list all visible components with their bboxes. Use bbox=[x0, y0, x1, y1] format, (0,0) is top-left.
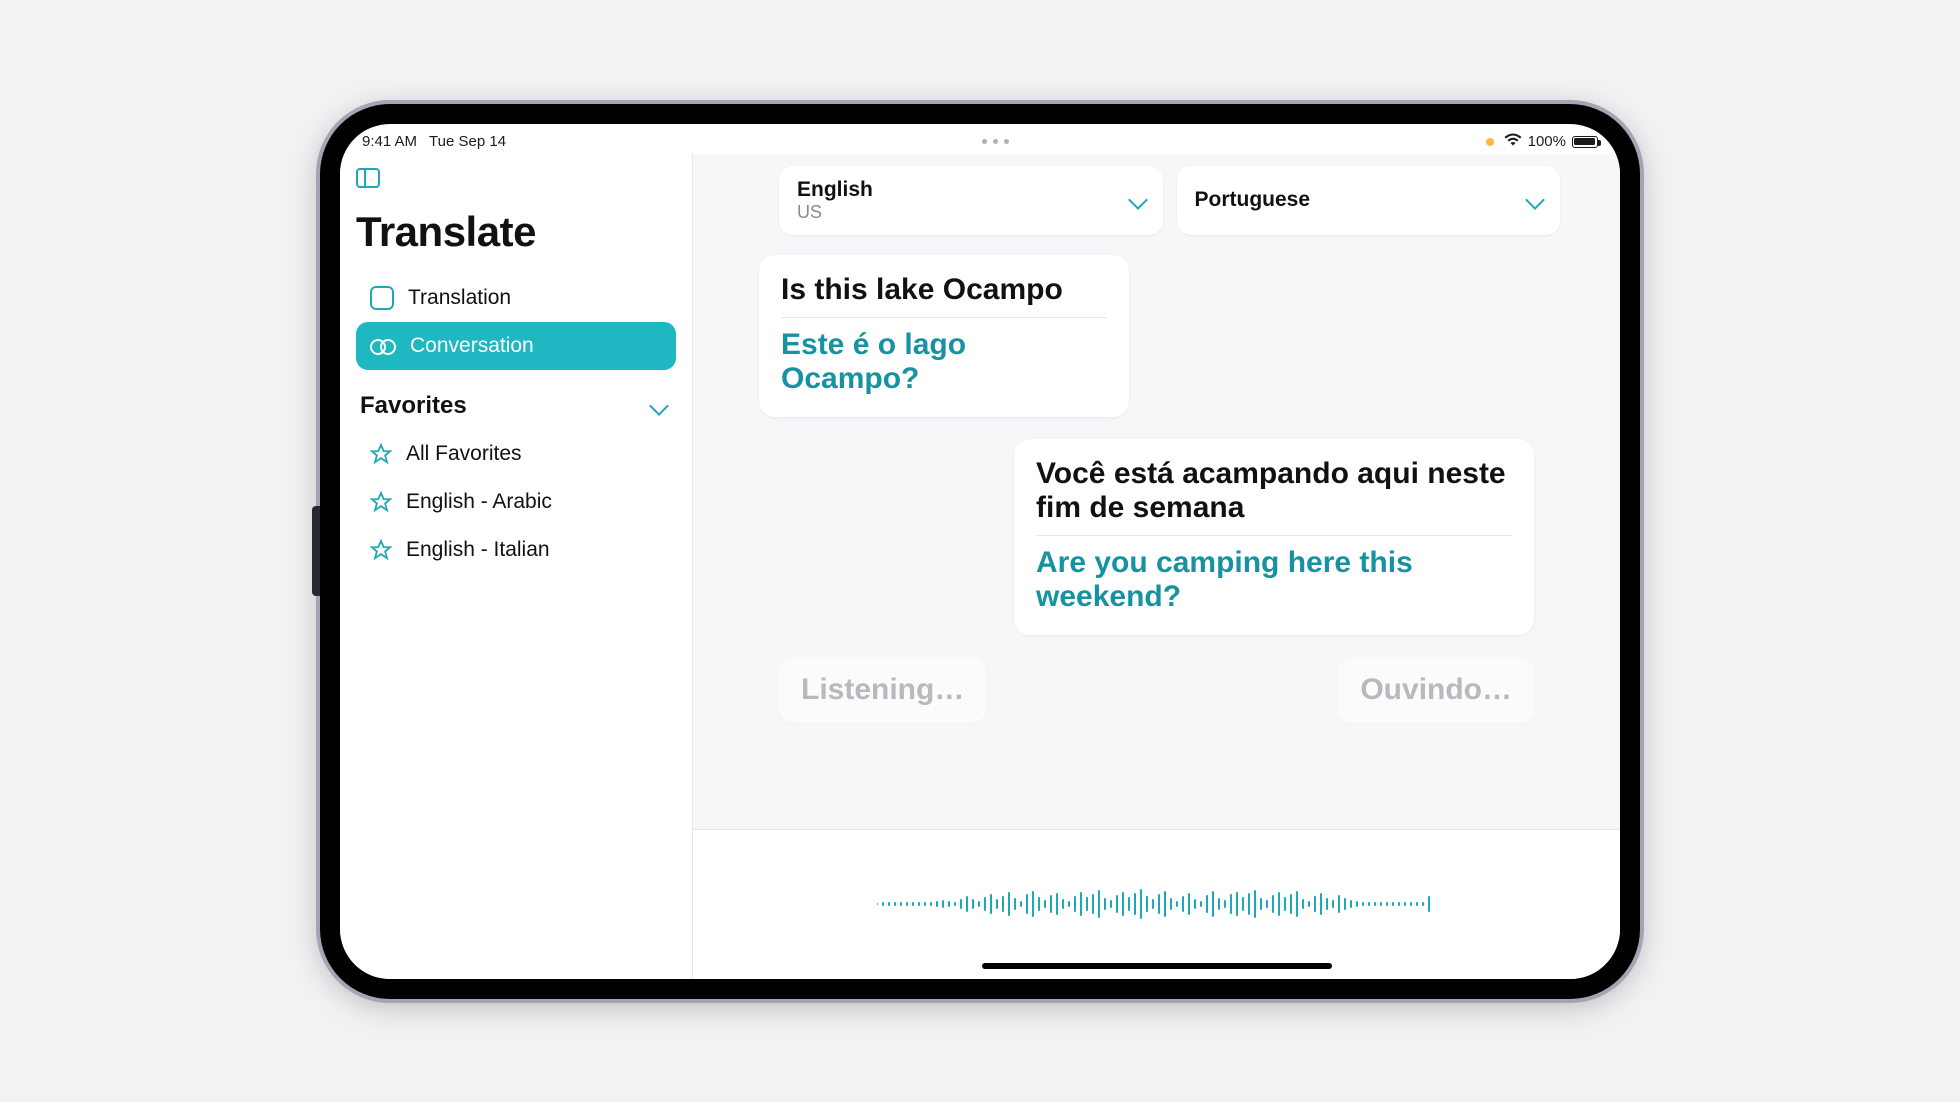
favorite-label: English - Italian bbox=[406, 538, 550, 562]
listening-indicator-right: Ouvindo… bbox=[1338, 657, 1534, 723]
favorite-label: All Favorites bbox=[406, 442, 522, 466]
main-panel: English US Portuguese Is this la bbox=[693, 154, 1620, 979]
divider bbox=[1036, 535, 1512, 536]
favorites-header[interactable]: Favorites bbox=[356, 392, 676, 420]
multitask-dots[interactable] bbox=[982, 139, 1009, 144]
conversation-bubble[interactable]: Is this lake Ocampo Este é o lago Ocampo… bbox=[759, 255, 1129, 417]
chevron-down-icon bbox=[649, 396, 669, 416]
bubble-source-text: Você está acampando aqui neste fim de se… bbox=[1036, 457, 1512, 535]
nav-label: Conversation bbox=[410, 334, 534, 358]
app-title: Translate bbox=[356, 208, 676, 256]
conversation-icon bbox=[370, 337, 396, 355]
source-language-name: English bbox=[797, 178, 873, 202]
source-language-region: US bbox=[797, 202, 873, 223]
divider bbox=[781, 317, 1107, 318]
bubble-target-text: Este é o lago Ocampo? bbox=[781, 328, 1107, 397]
sidebar: Translate Translation Conversation Favor… bbox=[340, 154, 693, 979]
nav-label: Translation bbox=[408, 286, 511, 310]
screen: 9:41 AM Tue Sep 14 100% Translate bbox=[340, 124, 1620, 979]
status-time: 9:41 AM bbox=[362, 133, 417, 150]
chevron-down-icon bbox=[1525, 190, 1545, 210]
listening-indicator-left: Listening… bbox=[779, 657, 986, 723]
recording-indicator-icon bbox=[1486, 138, 1494, 146]
sidebar-toggle-button[interactable] bbox=[356, 168, 380, 188]
input-bar bbox=[693, 829, 1620, 979]
favorite-item[interactable]: English - Arabic bbox=[356, 478, 676, 526]
language-bar: English US Portuguese bbox=[693, 154, 1620, 235]
nav-item-translation[interactable]: Translation bbox=[356, 274, 676, 322]
status-bar: 9:41 AM Tue Sep 14 100% bbox=[340, 130, 1620, 154]
star-icon bbox=[370, 491, 392, 513]
conversation-area: Is this lake Ocampo Este é o lago Ocampo… bbox=[693, 235, 1620, 829]
favorite-item-all[interactable]: All Favorites bbox=[356, 430, 676, 478]
conversation-bubble[interactable]: Você está acampando aqui neste fim de se… bbox=[1014, 439, 1534, 635]
star-icon bbox=[370, 539, 392, 561]
translation-icon bbox=[370, 286, 394, 310]
nav-item-conversation[interactable]: Conversation bbox=[356, 322, 676, 370]
target-language-name: Portuguese bbox=[1195, 188, 1311, 212]
star-icon bbox=[370, 443, 392, 465]
chevron-down-icon bbox=[1128, 190, 1148, 210]
waveform-icon bbox=[877, 886, 1437, 922]
source-language-select[interactable]: English US bbox=[779, 166, 1163, 235]
wifi-icon bbox=[1504, 133, 1522, 150]
favorite-item[interactable]: English - Italian bbox=[356, 526, 676, 574]
favorite-label: English - Arabic bbox=[406, 490, 552, 514]
target-language-select[interactable]: Portuguese bbox=[1177, 166, 1561, 235]
battery-icon bbox=[1572, 136, 1598, 148]
battery-percentage: 100% bbox=[1528, 133, 1566, 150]
favorites-header-label: Favorites bbox=[360, 392, 467, 420]
ipad-frame: 9:41 AM Tue Sep 14 100% Translate bbox=[320, 104, 1640, 999]
home-indicator[interactable] bbox=[982, 963, 1332, 969]
status-date: Tue Sep 14 bbox=[429, 133, 506, 150]
bubble-target-text: Are you camping here this weekend? bbox=[1036, 546, 1512, 615]
bubble-source-text: Is this lake Ocampo bbox=[781, 273, 1107, 317]
